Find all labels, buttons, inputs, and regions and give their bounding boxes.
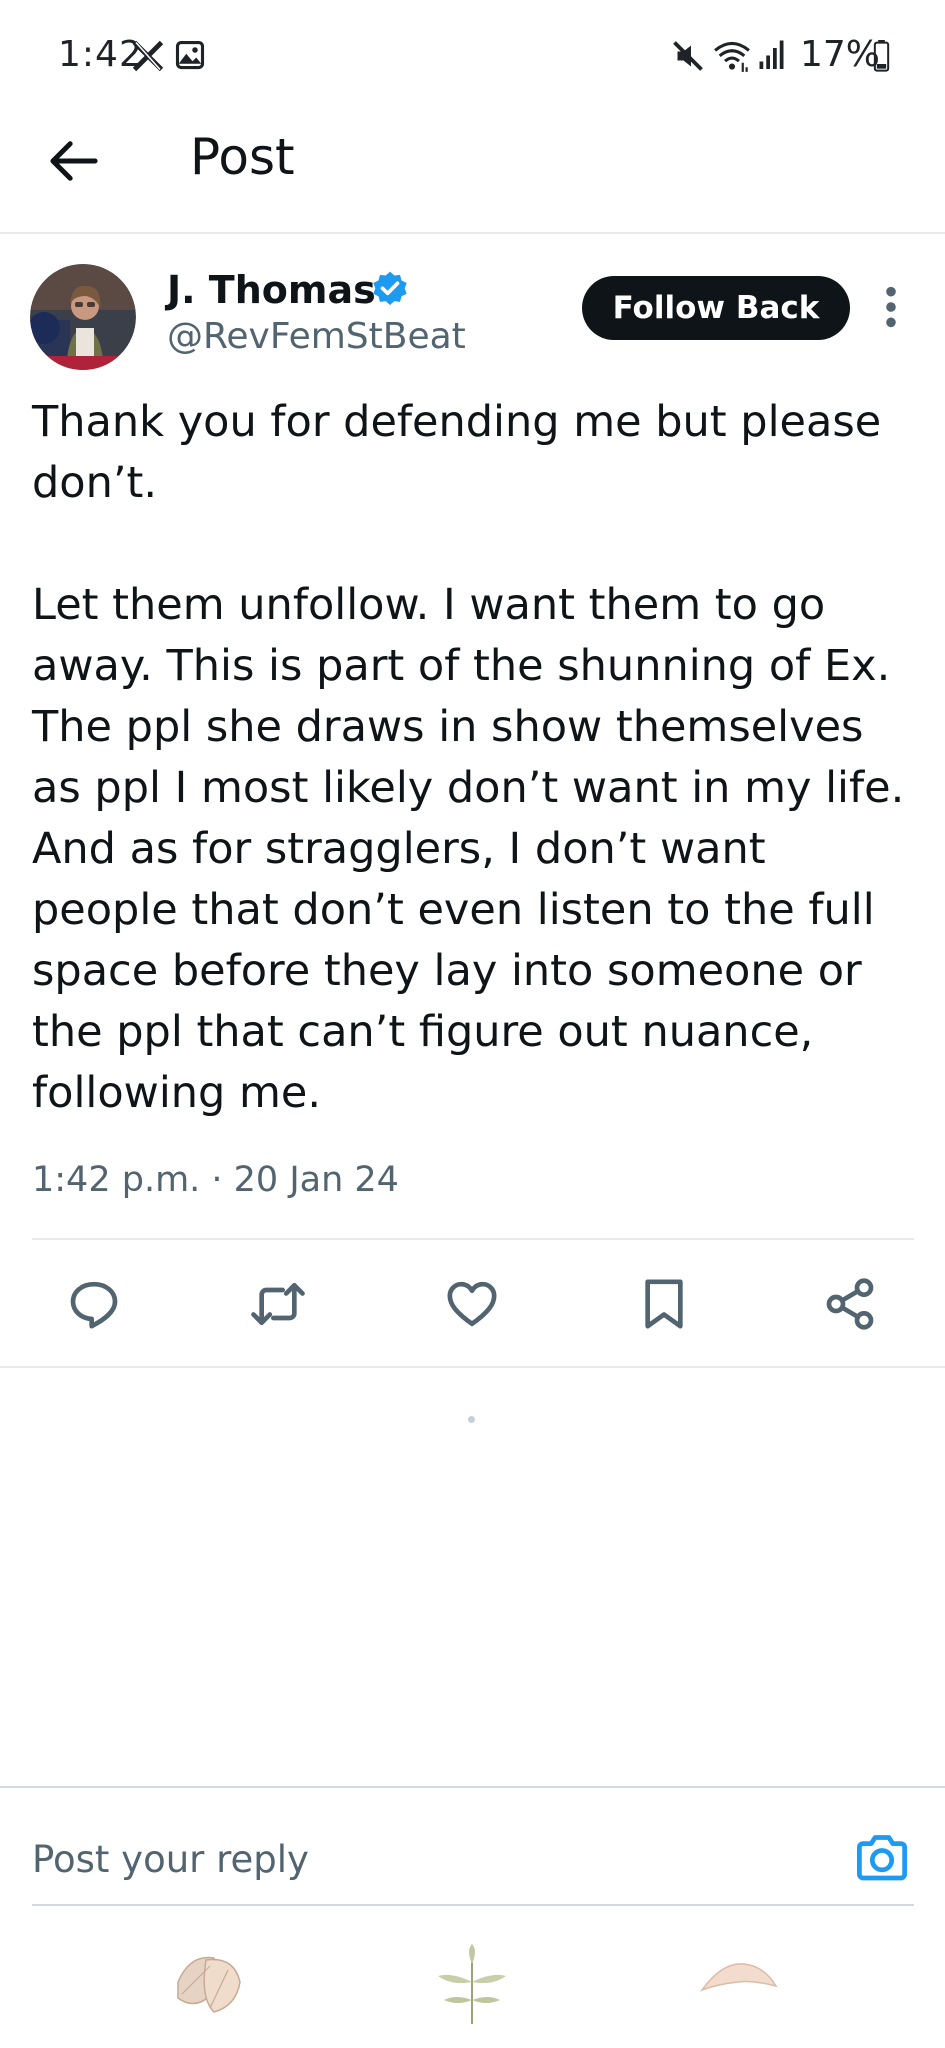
header-divider xyxy=(0,232,945,234)
signal-icon xyxy=(759,40,784,69)
reply-input[interactable] xyxy=(32,1832,812,1886)
camera-icon[interactable] xyxy=(854,1832,910,1884)
author-name[interactable]: J. Thomas xyxy=(167,268,376,312)
actions-divider xyxy=(0,1366,945,1368)
back-arrow-icon[interactable] xyxy=(48,138,100,184)
verified-badge-icon xyxy=(373,271,407,305)
repost-icon[interactable] xyxy=(250,1276,306,1332)
reply-divider xyxy=(0,1786,945,1788)
leaf-decoration-icon xyxy=(438,1944,506,2024)
meta-divider xyxy=(32,1238,914,1240)
like-icon[interactable] xyxy=(444,1276,500,1332)
reply-underline xyxy=(32,1904,914,1906)
leaf-decoration-icon xyxy=(177,1956,241,2013)
more-options-icon[interactable] xyxy=(876,284,906,330)
leaf-decoration-icon xyxy=(699,1963,778,1992)
loading-indicator xyxy=(468,1416,475,1423)
author-handle[interactable]: @RevFemStBeat xyxy=(167,316,466,357)
battery-icon xyxy=(873,40,890,72)
battery-percent: 17% xyxy=(800,34,881,75)
follow-back-button[interactable]: Follow Back xyxy=(582,276,850,340)
avatar[interactable] xyxy=(30,264,136,370)
x-app-icon xyxy=(132,40,164,72)
post-timestamp[interactable]: 1:42 p.m. · 20 Jan 24 xyxy=(32,1160,399,1200)
gallery-icon xyxy=(175,40,205,70)
wifi-icon xyxy=(714,41,750,72)
mute-icon xyxy=(673,41,703,71)
post-text: Thank you for defending me but please do… xyxy=(32,397,905,1118)
bookmark-icon[interactable] xyxy=(636,1276,692,1332)
share-icon[interactable] xyxy=(822,1276,878,1332)
page-title: Post xyxy=(190,128,295,186)
reply-icon[interactable] xyxy=(66,1276,122,1332)
